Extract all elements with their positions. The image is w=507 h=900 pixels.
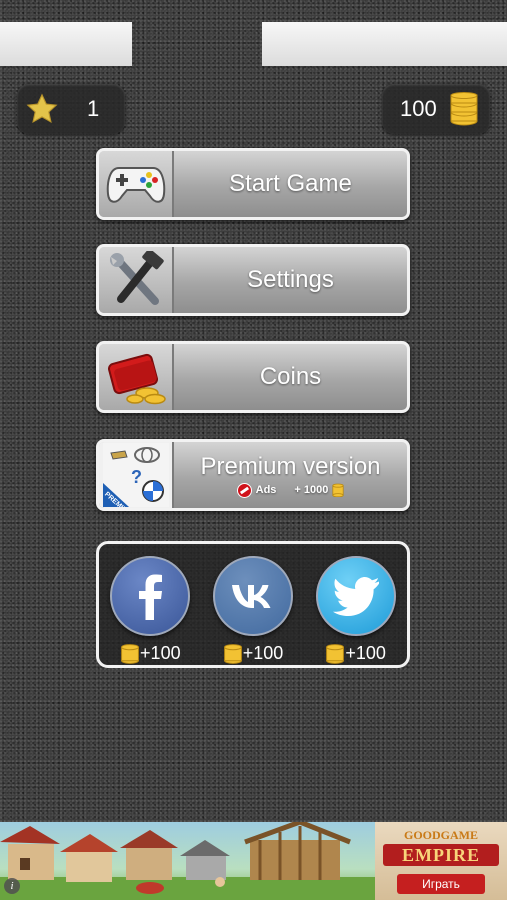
- ad-play-button[interactable]: Играть: [397, 874, 485, 894]
- twitter-reward-text: +100: [345, 642, 386, 663]
- twitter-button[interactable]: [315, 556, 396, 636]
- no-ads-icon: [236, 482, 252, 498]
- vk-button[interactable]: [212, 556, 293, 636]
- ad-banner[interactable]: i GOODGAME EMPIRE Играть: [0, 822, 507, 900]
- facebook-icon: [139, 574, 163, 620]
- coins-counter: 100: [382, 84, 490, 134]
- start-game-button[interactable]: Start Game: [96, 148, 410, 220]
- premium-icon-box: ? PREMIUM: [99, 442, 174, 508]
- vk-share[interactable]: +100: [212, 556, 293, 664]
- wallet-coins-icon: [107, 353, 166, 405]
- coin-stack-icon: [121, 644, 139, 664]
- coins-button[interactable]: Coins: [96, 341, 410, 413]
- coin-stack-icon: [450, 92, 478, 126]
- ad-brand-main: EMPIRE: [383, 844, 499, 866]
- star-icon: [26, 93, 58, 123]
- premium-ads-text: Ads: [255, 484, 277, 496]
- ad-info-icon[interactable]: i: [4, 878, 20, 894]
- stars-value: 1: [87, 96, 100, 121]
- coin-stack-icon: [223, 644, 242, 664]
- wallet-icon-box: [99, 344, 174, 410]
- premium-label: Premium version: [200, 452, 381, 480]
- gamepad-icon: [106, 167, 165, 203]
- coin-stack-icon: [326, 644, 345, 664]
- tools-icon-box: [99, 247, 174, 313]
- village-illustration: [0, 822, 375, 900]
- social-share-panel: +100 +100 +100: [96, 541, 410, 668]
- ad-logo-panel: GOODGAME EMPIRE Играть: [375, 822, 507, 900]
- ad-village-scene: i: [0, 822, 375, 900]
- gamepad-icon-box: [99, 151, 174, 217]
- coins-label: Coins: [259, 363, 322, 390]
- premium-version-button[interactable]: ? PREMIUM Premium version Ads + 1000: [96, 439, 410, 511]
- settings-button[interactable]: Settings: [96, 244, 410, 316]
- stars-counter: 1: [17, 84, 125, 134]
- coin-stack-icon: [332, 483, 344, 497]
- twitter-reward: +100: [325, 642, 386, 664]
- ad-brand-top: GOODGAME: [404, 828, 478, 842]
- coins-value: 100: [400, 96, 437, 121]
- premium-bonus-text: + 1000: [294, 484, 329, 496]
- svg-text:?: ?: [131, 467, 142, 487]
- twitter-share[interactable]: +100: [315, 556, 396, 664]
- wrench-hammer-icon: [109, 251, 164, 305]
- top-left-bar: [0, 22, 132, 66]
- vk-reward-text: +100: [242, 642, 284, 663]
- facebook-button[interactable]: [110, 556, 191, 636]
- twitter-bird-icon: [332, 577, 379, 616]
- vk-icon: [231, 585, 271, 608]
- vk-reward: +100: [223, 642, 284, 664]
- start-game-label: Start Game: [229, 170, 352, 197]
- settings-label: Settings: [247, 266, 334, 293]
- premium-logos-icon: ? PREMIUM: [102, 443, 169, 507]
- facebook-reward: +100: [120, 642, 181, 664]
- top-right-bar: [262, 22, 507, 66]
- facebook-share[interactable]: +100: [110, 556, 191, 664]
- premium-benefits: Ads + 1000: [236, 482, 345, 498]
- facebook-reward-text: +100: [140, 642, 181, 663]
